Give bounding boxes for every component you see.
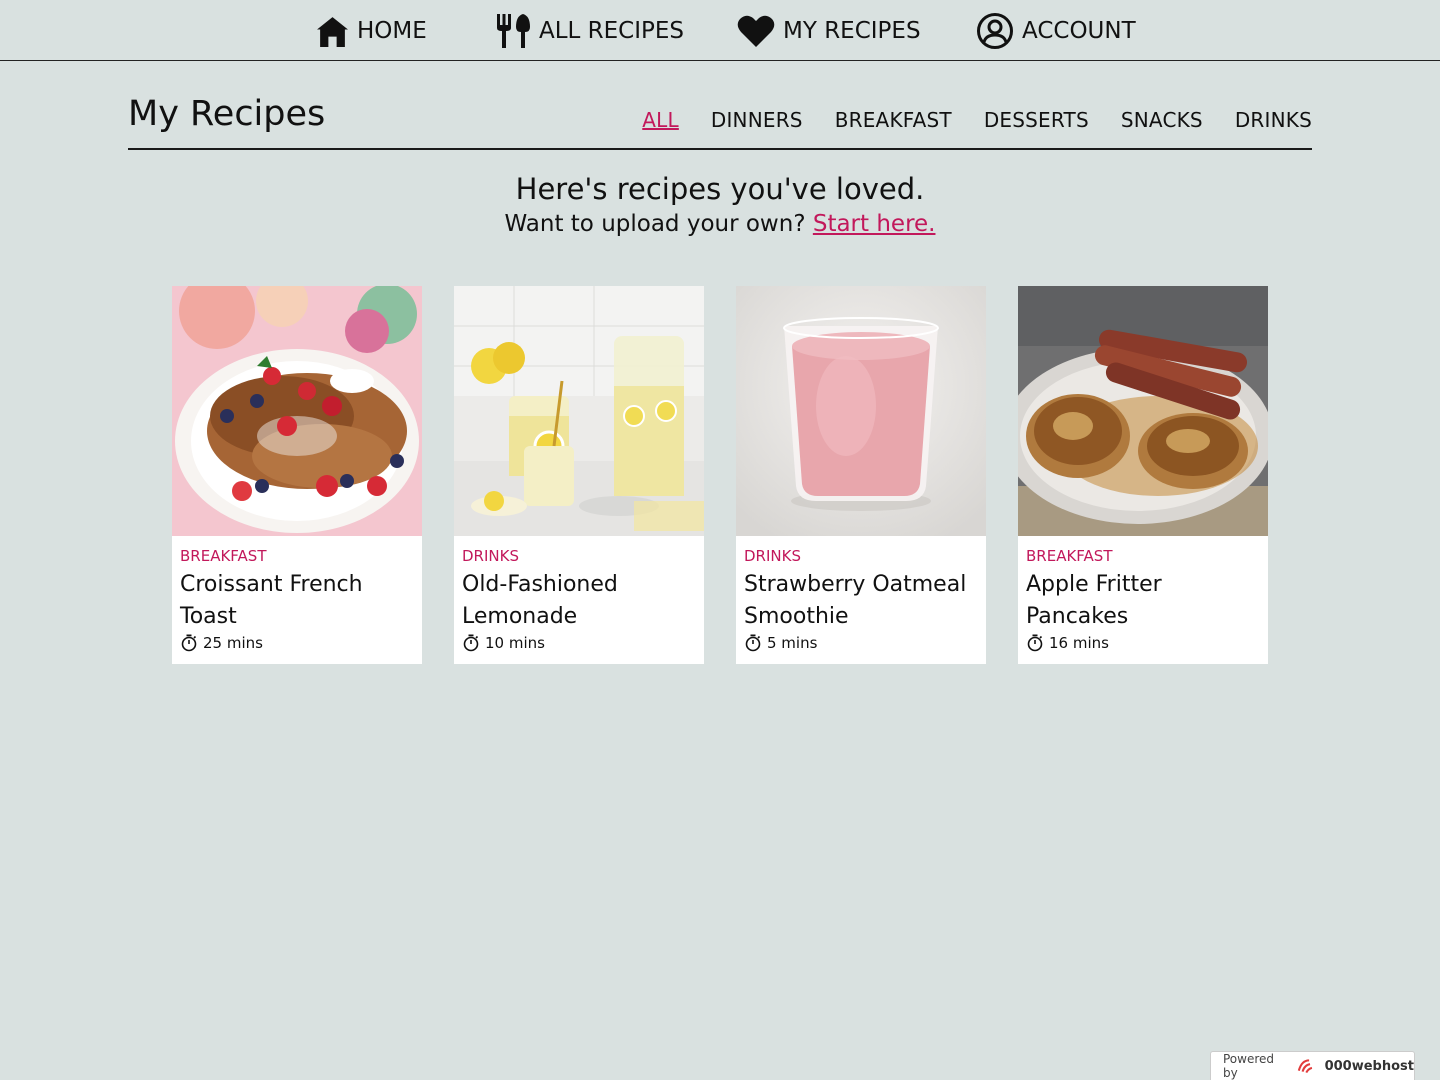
utensils-icon bbox=[497, 14, 530, 48]
recipe-card[interactable]: BREAKFAST Apple Fritter Pancakes 16 mins bbox=[1018, 286, 1268, 664]
heart-icon bbox=[737, 15, 775, 47]
nav-my-recipes[interactable]: MY RECIPES bbox=[737, 12, 921, 50]
intro-section: Here's recipes you've loved. Want to upl… bbox=[0, 170, 1440, 240]
powered-by-badge[interactable]: Powered by 000webhost bbox=[1210, 1051, 1415, 1080]
intro-subtext: Want to upload your own? Start here. bbox=[0, 208, 1440, 240]
recipe-card[interactable]: BREAKFAST Croissant French Toast 25 mins bbox=[172, 286, 422, 664]
recipe-time: 10 mins bbox=[462, 633, 696, 653]
nav-home-label: HOME bbox=[357, 18, 427, 44]
000webhost-logo-icon bbox=[1297, 1059, 1313, 1074]
stopwatch-icon bbox=[1027, 634, 1043, 652]
tab-all[interactable]: ALL bbox=[642, 108, 679, 132]
recipe-category: BREAKFAST bbox=[180, 547, 267, 565]
recipe-card-body: BREAKFAST Apple Fritter Pancakes 16 mins bbox=[1018, 536, 1268, 653]
powered-by-label: Powered by bbox=[1223, 1052, 1275, 1080]
nav-account[interactable]: ACCOUNT bbox=[976, 12, 1136, 50]
recipe-category: DRINKS bbox=[744, 547, 801, 565]
powered-by-brand: 000webhost bbox=[1324, 1058, 1414, 1074]
lemonade-photo bbox=[454, 286, 704, 536]
recipe-title: Strawberry Oatmeal Smoothie bbox=[744, 572, 967, 629]
recipe-category: DRINKS bbox=[462, 547, 519, 565]
recipe-time-label: 25 mins bbox=[203, 634, 263, 652]
croissant-french-toast-photo bbox=[172, 286, 422, 536]
recipe-card-body: DRINKS Strawberry Oatmeal Smoothie 5 min… bbox=[736, 536, 986, 653]
apple-fritter-pancakes-photo bbox=[1018, 286, 1268, 536]
page-header: My Recipes ALL DINNERS BREAKFAST DESSERT… bbox=[128, 92, 1312, 150]
tab-dinners[interactable]: DINNERS bbox=[711, 108, 803, 132]
nav-my-recipes-label: MY RECIPES bbox=[783, 18, 921, 44]
recipe-card-body: DRINKS Old-Fashioned Lemonade 10 mins bbox=[454, 536, 704, 653]
tab-drinks[interactable]: DRINKS bbox=[1235, 108, 1312, 132]
page-title: My Recipes bbox=[128, 94, 326, 134]
recipe-card[interactable]: DRINKS Old-Fashioned Lemonade 10 mins bbox=[454, 286, 704, 664]
intro-subtext-label: Want to upload your own? bbox=[504, 211, 806, 237]
recipe-time: 25 mins bbox=[180, 633, 414, 653]
tab-breakfast[interactable]: BREAKFAST bbox=[835, 108, 952, 132]
recipe-title: Old-Fashioned Lemonade bbox=[462, 572, 618, 629]
stopwatch-icon bbox=[181, 634, 197, 652]
nav-all-recipes-label: ALL RECIPES bbox=[539, 18, 685, 44]
recipe-card[interactable]: DRINKS Strawberry Oatmeal Smoothie 5 min… bbox=[736, 286, 986, 664]
recipe-title: Apple Fritter Pancakes bbox=[1026, 572, 1162, 629]
stopwatch-icon bbox=[463, 634, 479, 652]
recipe-time: 16 mins bbox=[1026, 633, 1260, 653]
tab-desserts[interactable]: DESSERTS bbox=[984, 108, 1089, 132]
category-filter-tabs: ALL DINNERS BREAKFAST DESSERTS SNACKS DR… bbox=[642, 108, 1312, 132]
top-navigation: HOME ALL RECIPES MY RECIPES ACCOUNT bbox=[0, 0, 1440, 61]
stopwatch-icon bbox=[745, 634, 761, 652]
recipe-title: Croissant French Toast bbox=[180, 572, 363, 629]
recipe-time: 5 mins bbox=[744, 633, 978, 653]
recipe-time-label: 5 mins bbox=[767, 634, 818, 652]
nav-all-recipes[interactable]: ALL RECIPES bbox=[495, 12, 684, 50]
tab-snacks[interactable]: SNACKS bbox=[1121, 108, 1203, 132]
nav-account-label: ACCOUNT bbox=[1022, 18, 1136, 44]
recipe-time-label: 10 mins bbox=[485, 634, 545, 652]
home-icon bbox=[317, 16, 348, 47]
recipe-card-body: BREAKFAST Croissant French Toast 25 mins bbox=[172, 536, 422, 653]
start-here-link[interactable]: Start here. bbox=[813, 211, 936, 237]
strawberry-smoothie-photo bbox=[736, 286, 986, 536]
recipe-category: BREAKFAST bbox=[1026, 547, 1113, 565]
intro-heading: Here's recipes you've loved. bbox=[515, 172, 925, 206]
nav-home[interactable]: HOME bbox=[316, 12, 427, 50]
recipe-time-label: 16 mins bbox=[1049, 634, 1109, 652]
user-circle-icon bbox=[977, 13, 1013, 49]
